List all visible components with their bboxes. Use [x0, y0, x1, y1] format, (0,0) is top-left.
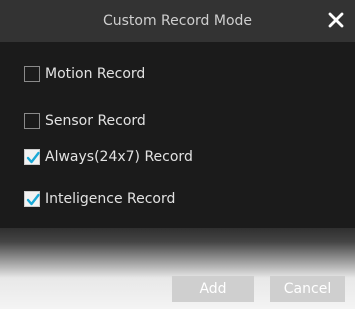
close-button[interactable] — [323, 7, 349, 33]
close-icon — [328, 12, 344, 28]
sensor-record-option[interactable]: Sensor Record — [24, 110, 146, 132]
cancel-button[interactable]: Cancel — [270, 276, 345, 302]
motion-record-label: Motion Record — [45, 66, 146, 82]
always-record-option[interactable]: Always(24x7) Record — [24, 146, 193, 168]
add-button[interactable]: Add — [172, 276, 254, 302]
checkmark-icon — [26, 193, 40, 206]
intelligence-record-label: Inteligence Record — [45, 191, 176, 207]
intelligence-record-checkbox[interactable] — [24, 191, 40, 207]
intelligence-record-option[interactable]: Inteligence Record — [24, 188, 175, 210]
dialog-content: Motion Record Sensor Record Always(24x7)… — [0, 42, 355, 228]
always-record-label: Always(24x7) Record — [45, 149, 193, 165]
always-record-checkbox[interactable] — [24, 149, 40, 165]
motion-record-option[interactable]: Motion Record — [24, 63, 145, 85]
sensor-record-checkbox[interactable] — [24, 113, 40, 129]
motion-record-checkbox[interactable] — [24, 66, 40, 82]
custom-record-mode-dialog: Custom Record Mode Motion Record Sensor … — [0, 0, 355, 309]
dialog-titlebar: Custom Record Mode — [0, 0, 355, 42]
checkmark-icon — [26, 151, 40, 164]
dialog-title: Custom Record Mode — [102, 13, 253, 29]
dialog-footer: Add Cancel — [0, 228, 355, 309]
sensor-record-label: Sensor Record — [45, 113, 146, 129]
